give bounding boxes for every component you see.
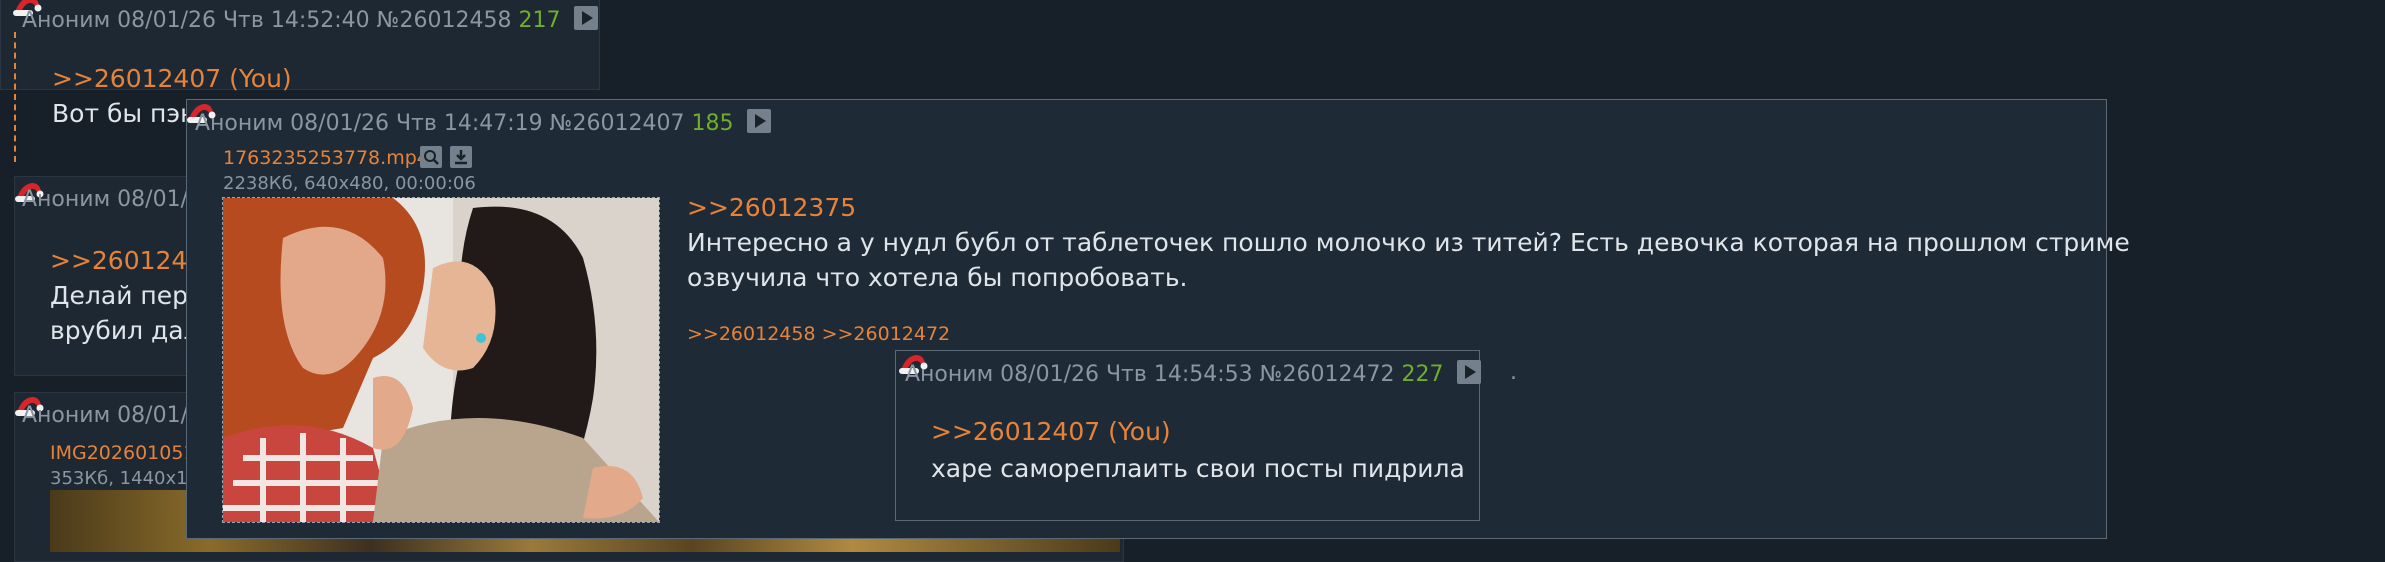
reply-link[interactable]: >>26012407 (You) xyxy=(52,64,292,93)
post-header: Аноним 08/01/26 Чтв 14:47:19 №26012407 1… xyxy=(195,109,771,136)
post-author: Аноним xyxy=(22,8,111,33)
post-datetime: 08/01/ xyxy=(117,187,188,212)
post-datetime: 08/01/ xyxy=(117,403,188,428)
post-header: Аноним 08/01/26 Чтв 14:52:40 №26012458 2… xyxy=(22,6,598,33)
post-datetime: 08/01/26 Чтв 14:52:40 xyxy=(117,8,370,33)
separator-dot: . xyxy=(1510,360,1517,385)
post-header: Аноним 08/01/26 Чтв 14:54:53 №26012472 2… xyxy=(905,360,1481,387)
post-number[interactable]: №26012458 xyxy=(377,8,512,33)
post-text-line2: врубил дал xyxy=(50,316,200,345)
play-icon[interactable] xyxy=(573,6,598,30)
backlinks: >>26012458 >>26012472 xyxy=(687,323,950,345)
backlink[interactable]: >>26012472 xyxy=(822,323,951,345)
post-rating: 217 xyxy=(518,8,561,33)
file-name[interactable]: 1763235253778.mp4 xyxy=(223,147,429,169)
post-author: Аноним xyxy=(22,403,111,428)
play-icon[interactable] xyxy=(746,109,771,133)
download-icon[interactable] xyxy=(450,146,472,168)
post-author: Аноним xyxy=(22,187,111,212)
post-number[interactable]: №26012472 xyxy=(1260,362,1395,387)
post-text-line2: озвучила что хотела бы попробовать. xyxy=(687,263,1188,292)
play-icon[interactable] xyxy=(1456,360,1481,384)
post-number[interactable]: №26012407 xyxy=(550,111,685,136)
backlink[interactable]: >>26012458 xyxy=(687,323,816,345)
post-author: Аноним xyxy=(905,362,994,387)
post-text-line1: Интересно а у нудл бубл от таблеточек по… xyxy=(687,228,2130,257)
post-datetime: 08/01/26 Чтв 14:47:19 xyxy=(290,111,543,136)
post-text: харе самореплаить свои посты пидрила xyxy=(931,454,1465,483)
video-thumbnail[interactable] xyxy=(222,197,660,523)
post-rating: 185 xyxy=(691,111,734,136)
post-author: Аноним xyxy=(195,111,284,136)
post-text: Вот бы пэн xyxy=(52,99,197,128)
post-header: Аноним 08/01/ xyxy=(22,403,188,428)
reply-link[interactable]: >>26012375 xyxy=(687,193,856,222)
post-rating: 227 xyxy=(1401,362,1444,387)
reply-link[interactable]: >>26012407 (You) xyxy=(931,417,1171,446)
post-text-line1: Делай пере xyxy=(50,281,204,310)
post-header: Аноним 08/01/ xyxy=(22,187,188,212)
file-meta: 2238Кб, 640x480, 00:00:06 xyxy=(223,173,476,194)
post-datetime: 08/01/26 Чтв 14:54:53 xyxy=(1000,362,1253,387)
file-name[interactable]: IMG2026010515 xyxy=(50,442,208,464)
search-icon[interactable] xyxy=(420,146,442,168)
highlight-marker xyxy=(14,32,16,162)
